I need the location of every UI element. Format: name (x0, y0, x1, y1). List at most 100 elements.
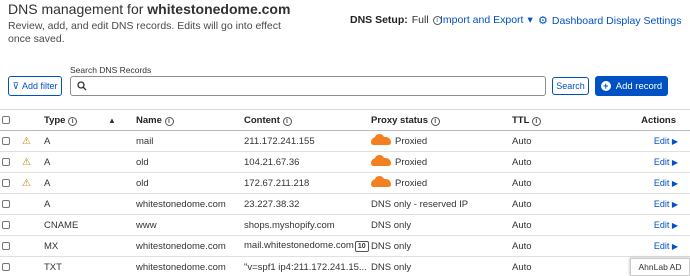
edit-label: Edit (653, 178, 670, 188)
record-type: TXT (44, 256, 136, 276)
dns-setup-value: Full (411, 14, 429, 26)
col-proxy-status[interactable]: Proxy status i (371, 109, 512, 131)
record-content: 172.67.211.218 (244, 177, 310, 189)
row-select-cell (0, 256, 22, 276)
record-content: 104.21.67.36 (244, 156, 300, 168)
record-type: A (44, 172, 136, 194)
info-icon: i (531, 116, 541, 126)
row-select-cell (0, 193, 22, 215)
edit-button[interactable]: Edit ▶ (612, 151, 690, 173)
edit-button[interactable]: Edit ▶ (612, 235, 690, 257)
warn-cell (22, 193, 44, 215)
table-row[interactable]: MX whitestonedome.com mail.whitestonedome.… (0, 235, 690, 257)
proxied-cloud-icon (371, 175, 391, 187)
col-type[interactable]: Type i (44, 109, 108, 131)
record-content: mail.whitestonedome.com (244, 240, 354, 251)
warn-cell: ⚠ (22, 172, 44, 194)
row-checkbox[interactable] (2, 199, 10, 208)
proxy-status: Proxied (395, 135, 428, 147)
edit-button[interactable]: Edit ▶ (612, 214, 690, 236)
sort-col[interactable]: ▲ (108, 109, 136, 131)
dns-setup-status: DNS Setup: Full i (350, 14, 442, 26)
col-content[interactable]: Content i (244, 109, 371, 131)
table-row[interactable]: Awhitestonedome.com 23.227.38.32 DNS only … (0, 193, 690, 215)
edit-label: Edit (653, 241, 670, 251)
chevron-right-icon: ▶ (671, 179, 678, 188)
table-body: ⚠ Amail 211.172.241.155 Proxied Auto Edit ▶ ⚠ A… (0, 130, 690, 276)
record-content-cell: 211.172.241.155 (244, 130, 371, 152)
proxy-status-cell: DNS only (371, 214, 512, 236)
ahnlab-ad-popup[interactable]: AhnLab AD (630, 258, 690, 276)
search-icon (77, 81, 87, 91)
warn-cell (22, 256, 44, 276)
table-row[interactable]: CNAME www shops.myshopify.com DNS only Auto E… (0, 214, 690, 236)
info-icon: i (164, 116, 174, 126)
record-name: old (136, 151, 244, 173)
record-type: A (44, 193, 136, 215)
record-name: whitestonedome.com (136, 256, 244, 276)
row-checkbox[interactable] (2, 220, 10, 229)
add-record-button[interactable]: + Add record (595, 76, 668, 96)
add-filter-label: Add filter (22, 81, 58, 91)
record-content: shops.myshopify.com (244, 219, 335, 231)
col-name[interactable]: Name i (136, 109, 244, 131)
dashboard-settings-link[interactable]: ⚙ Dashboard Display Settings (538, 14, 681, 28)
record-ttl: Auto (512, 214, 612, 236)
add-filter-button[interactable]: ⊽ Add filter (8, 76, 62, 96)
plus-icon: + (600, 81, 611, 91)
table-row[interactable]: ⚠ Amail 211.172.241.155 Proxied Auto Edit ▶ (0, 130, 690, 152)
import-export-dropdown[interactable]: Import and Export ▾ (440, 14, 533, 26)
record-type: A (44, 130, 136, 152)
proxied-cloud-icon (371, 154, 391, 166)
warning-icon: ⚠ (22, 156, 31, 168)
gear-icon: ⚙ (538, 15, 548, 27)
record-name: whitestonedome.com (136, 193, 244, 215)
proxy-status: DNS only (371, 240, 412, 252)
row-select-cell (0, 214, 22, 236)
row-checkbox[interactable] (2, 241, 10, 250)
row-checkbox[interactable] (2, 178, 10, 187)
proxy-status: DNS only (371, 219, 412, 231)
edit-button[interactable]: Edit ▶ (612, 193, 690, 215)
record-content-cell: mail.whitestonedome.com 10 (244, 235, 371, 257)
record-content-cell: shops.myshopify.com (244, 214, 371, 236)
edit-label: Edit (653, 220, 670, 230)
info-icon: i (282, 116, 292, 126)
record-ttl: Auto (512, 172, 612, 194)
sort-up-icon: ▲ (108, 115, 116, 125)
proxy-status-cell: Proxied (371, 130, 512, 152)
proxy-status-cell: Proxied (371, 172, 512, 194)
row-select-cell (0, 235, 22, 257)
select-all-checkbox[interactable] (2, 115, 10, 124)
row-select-cell (0, 172, 22, 194)
col-ttl[interactable]: TTL i (512, 109, 612, 131)
search-input[interactable] (70, 76, 546, 96)
row-select-cell (0, 130, 22, 152)
record-content-cell: "v=spf1 ip4:211.172.241.15... (244, 256, 371, 276)
record-ttl: Auto (512, 151, 612, 173)
record-type: A (44, 151, 136, 173)
chevron-right-icon: ▶ (671, 242, 678, 251)
table-row[interactable]: ⚠ Aold 104.21.67.36 Proxied Auto Edit ▶ (0, 151, 690, 173)
page-title: DNS management for whitestonedome.com (8, 1, 291, 17)
row-checkbox[interactable] (2, 157, 10, 166)
record-name: mail (136, 130, 244, 152)
chevron-right-icon: ▶ (671, 158, 678, 167)
table-row[interactable]: TXT whitestonedome.com "v=spf1 ip4:211.172… (0, 256, 690, 276)
table-row[interactable]: ⚠ Aold 172.67.211.218 Proxied Auto Edit ▶ (0, 172, 690, 194)
row-checkbox[interactable] (2, 136, 10, 145)
row-checkbox[interactable] (2, 262, 10, 271)
record-name: www (136, 214, 244, 236)
proxy-status-cell: Proxied (371, 151, 512, 173)
chevron-right-icon: ▶ (671, 200, 678, 209)
warning-icon: ⚠ (22, 135, 31, 147)
warn-cell: ⚠ (22, 151, 44, 173)
dns-setup-label: DNS Setup: (350, 14, 408, 26)
record-ttl: Auto (512, 130, 612, 152)
add-record-label: Add record (615, 80, 663, 92)
import-export-label: Import and Export (440, 14, 524, 26)
search-button[interactable]: Search (552, 77, 589, 95)
warn-col-header (22, 109, 44, 131)
edit-button[interactable]: Edit ▶ (612, 172, 690, 194)
edit-button[interactable]: Edit ▶ (612, 130, 690, 152)
